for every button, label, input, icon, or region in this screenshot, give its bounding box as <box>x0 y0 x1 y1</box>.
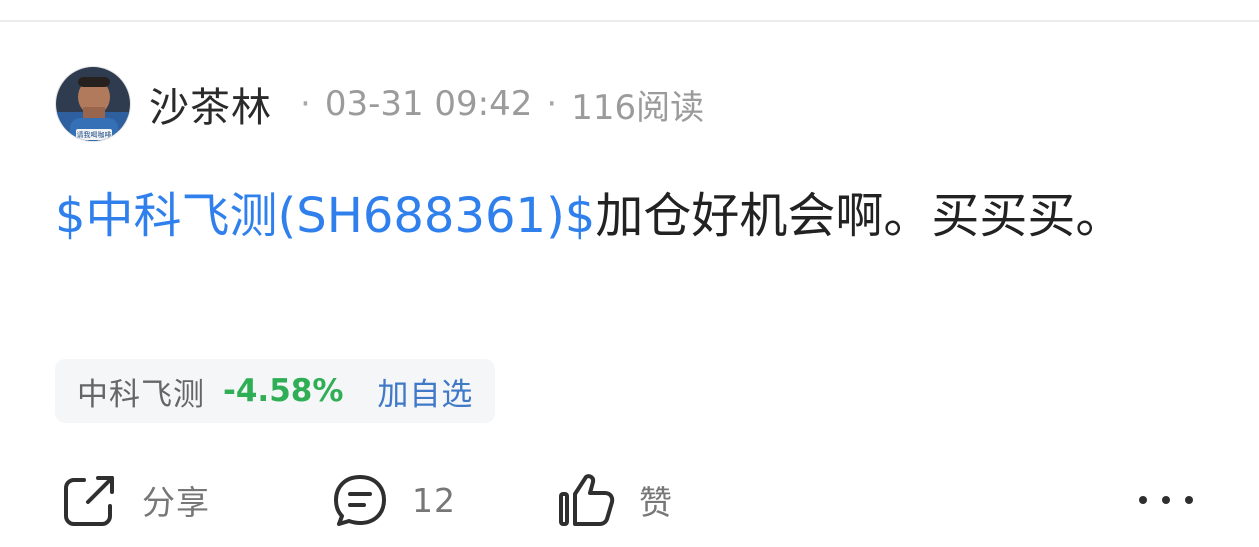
post-header: 请我喝咖啡 沙茶林 · 03-31 09:42 · 116阅读 <box>55 66 704 142</box>
post-content: $中科飞测(SH688361)$加仓好机会啊。买买买。 <box>55 178 1185 254</box>
share-label: 分享 <box>142 483 210 522</box>
add-watchlist-button[interactable]: 加自选 <box>377 369 473 414</box>
avatar-caption: 请我喝咖啡 <box>77 130 112 139</box>
more-dot-2 <box>1162 496 1170 504</box>
top-divider <box>0 0 1259 22</box>
stock-chip[interactable]: 中科飞测 -4.58% 加自选 <box>55 359 496 423</box>
post-text: 加仓好机会啊。买买买。 <box>595 188 1124 244</box>
more-dot-3 <box>1185 496 1193 504</box>
like-button[interactable]: 赞 <box>555 468 673 532</box>
comment-button[interactable]: 12 <box>330 468 456 532</box>
avatar-image: 请我喝咖啡 <box>56 67 130 141</box>
meta-separator-2: · <box>546 84 558 124</box>
avatar[interactable]: 请我喝咖啡 <box>55 66 131 142</box>
post-time: 03-31 09:42 <box>324 84 533 124</box>
post-meta: · 03-31 09:42 · 116阅读 <box>286 80 704 129</box>
share-button[interactable]: 分享 <box>60 468 210 532</box>
stock-link[interactable]: $中科飞测(SH688361)$ <box>55 188 595 244</box>
more-icon[interactable] <box>1139 479 1193 521</box>
more-dot-1 <box>1139 496 1147 504</box>
author-name[interactable]: 沙茶林 <box>149 75 272 133</box>
stock-chip-change: -4.58% <box>223 373 344 409</box>
thumbs-up-icon <box>555 470 617 530</box>
comment-icon <box>330 470 390 530</box>
stock-chip-name: 中科飞测 <box>77 376 205 413</box>
like-label: 赞 <box>639 483 673 522</box>
share-icon <box>60 470 120 530</box>
meta-separator: · <box>300 84 311 124</box>
comment-count: 12 <box>412 480 456 520</box>
read-count: 116阅读 <box>571 87 705 128</box>
